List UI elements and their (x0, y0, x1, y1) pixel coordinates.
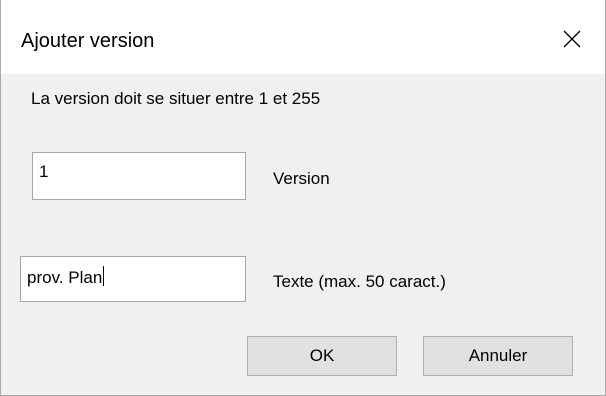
window-title: Ajouter version (21, 30, 155, 52)
close-icon (563, 30, 581, 48)
text-input[interactable]: prov. Plan (20, 256, 246, 302)
text-caret (103, 266, 105, 286)
cancel-button[interactable]: Annuler (423, 336, 573, 376)
version-input-value: 1 (39, 162, 49, 181)
range-message: La version doit se situer entre 1 et 255 (31, 89, 321, 108)
close-button[interactable] (545, 0, 605, 74)
ok-button[interactable]: OK (247, 336, 397, 376)
text-input-value: prov. Plan (27, 268, 103, 287)
title-bar: Ajouter version (1, 0, 605, 74)
version-input[interactable]: 1 (32, 152, 246, 200)
text-label: Texte (max. 50 caract.) (273, 272, 446, 291)
version-label: Version (273, 169, 330, 188)
dialog-window: Ajouter version La version doit se situe… (0, 0, 606, 396)
